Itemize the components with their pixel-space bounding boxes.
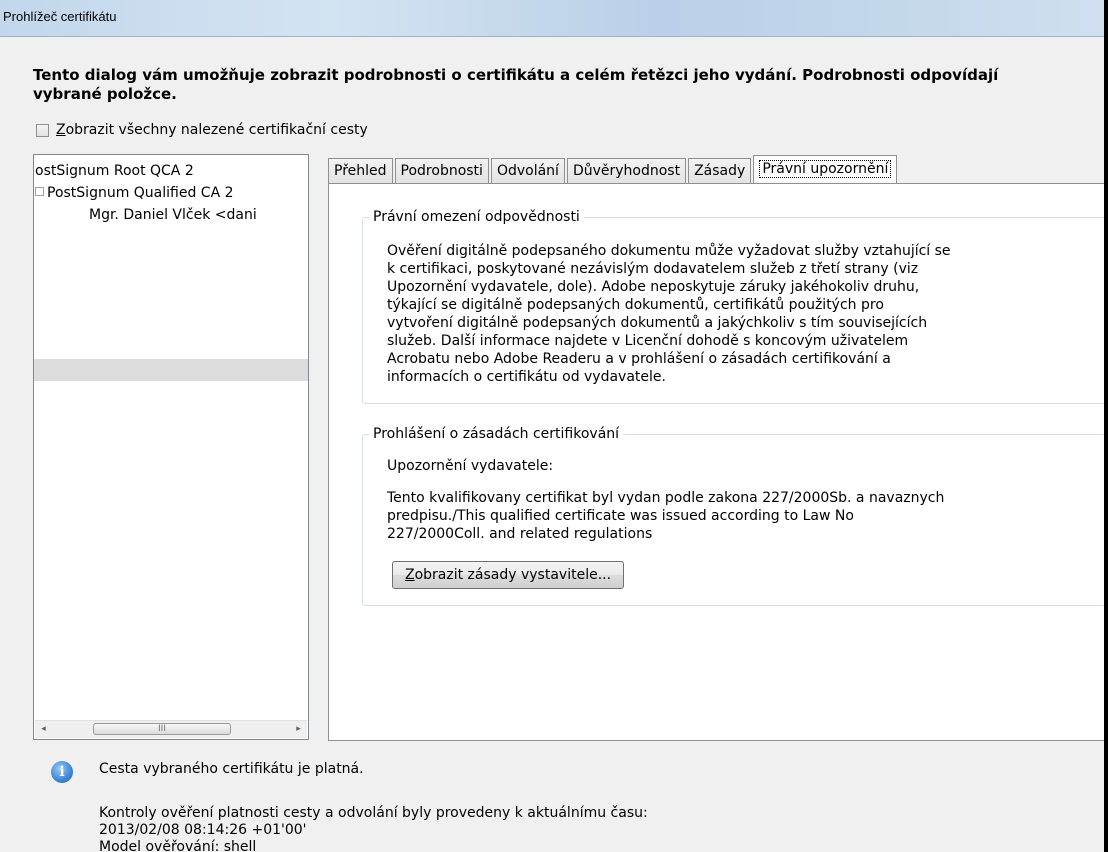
- legal-line: vytvoření digitálně podepsaných dokument…: [387, 315, 928, 331]
- legal-line: Ověření digitálně podepsaného dokumentu …: [387, 243, 951, 259]
- tab-legal-notice-label: Právní upozornění: [759, 160, 892, 178]
- notice-line: predpisu./This qualified certificate was…: [387, 508, 854, 524]
- scroll-left-icon[interactable]: ◂: [35, 721, 52, 738]
- legal-line: Acrobatu nebo Adobe Readeru a v prohláše…: [387, 351, 891, 367]
- issuer-notice-text: Tento kvalifikovany certifikat byl vydan…: [387, 489, 944, 543]
- legal-disclaimer-group: Právní omezení odpovědnosti Ověření digi…: [362, 208, 1104, 404]
- status-validation-model: Model ověřování: shell: [99, 839, 257, 852]
- certificate-viewer-window: Prohlížeč certifikátu Tento dialog vám u…: [0, 0, 1104, 852]
- legal-line: Upozornění vydavatele, dole). Adobe nepo…: [387, 279, 920, 295]
- show-issuer-policy-button[interactable]: Zobrazit zásady vystavitele...: [392, 561, 625, 589]
- legal-line: informacích o certifikátu od vydavatele.: [387, 369, 666, 385]
- title-bar[interactable]: Prohlížeč certifikátu: [0, 0, 1104, 37]
- notice-line: 227/2000Coll. and related regulations: [387, 526, 653, 542]
- certificate-tree[interactable]: ostSignum Root QCA 2 PostSignum Qualifie…: [33, 154, 309, 740]
- info-icon: i: [51, 761, 73, 783]
- issuer-notice-label: Upozornění vydavatele:: [387, 458, 554, 474]
- status-timestamp: 2013/02/08 08:14:26 +01'00': [99, 822, 307, 838]
- tree-expander-icon[interactable]: [35, 187, 44, 196]
- show-all-paths-label[interactable]: Zobrazit všechny nalezené certifikační c…: [56, 122, 368, 138]
- tab-details[interactable]: Podrobnosti: [394, 158, 489, 183]
- status-message: Cesta vybraného certifikátu je platná.: [99, 761, 364, 777]
- tab-legal-notice[interactable]: Právní upozornění: [753, 155, 898, 183]
- show-all-paths-checkbox[interactable]: [36, 123, 49, 137]
- tab-policies[interactable]: Zásady: [688, 158, 752, 183]
- intro-line-2: vybrané položce.: [33, 85, 177, 103]
- window-title: Prohlížeč certifikátu: [3, 9, 117, 24]
- tree-horizontal-scrollbar[interactable]: ◂ III ▸: [35, 720, 307, 738]
- legal-line: služeb. Další informace najdete v Licenč…: [387, 333, 909, 349]
- status-details: Kontroly ověření platnosti cesty a odvol…: [99, 805, 648, 852]
- tab-revocation[interactable]: Odvolání: [490, 158, 565, 183]
- notice-line: Tento kvalifikovany certifikat byl vydan…: [387, 490, 945, 506]
- tab-panel-legal-notice: Právní omezení odpovědnosti Ověření digi…: [328, 183, 1104, 741]
- tree-item-leaf[interactable]: Mgr. Daniel Vlček <dani: [89, 206, 257, 225]
- policy-statement-title: Prohlášení o zásadách certifikování: [369, 425, 624, 443]
- show-all-paths-option[interactable]: Zobrazit všechny nalezené certifikační c…: [36, 121, 368, 139]
- scroll-right-icon[interactable]: ▸: [290, 721, 307, 738]
- legal-disclaimer-title: Právní omezení odpovědnosti: [369, 208, 584, 226]
- scroll-thumb[interactable]: III: [93, 723, 231, 735]
- legal-disclaimer-text: Ověření digitálně podepsaného dokumentu …: [387, 242, 951, 386]
- tab-strip: Přehled Podrobnosti Odvolání Důvěryhodno…: [328, 155, 899, 184]
- status-detail-line: Kontroly ověření platnosti cesty a odvol…: [99, 805, 648, 821]
- tab-trust[interactable]: Důvěryhodnost: [566, 158, 687, 183]
- tree-selection-highlight: [34, 359, 308, 381]
- tree-item-intermediate[interactable]: PostSignum Qualified CA 2: [47, 184, 234, 203]
- legal-line: k certifikaci, poskytované nezávislým do…: [387, 261, 919, 277]
- tree-item-root[interactable]: ostSignum Root QCA 2: [35, 162, 194, 181]
- intro-text: Tento dialog vám umožňuje zobrazit podro…: [33, 66, 1104, 104]
- intro-line-1: Tento dialog vám umožňuje zobrazit podro…: [33, 66, 999, 84]
- tab-overview[interactable]: Přehled: [328, 158, 393, 183]
- policy-statement-group: Prohlášení o zásadách certifikování Upoz…: [362, 425, 1104, 606]
- legal-line: týkající se digitálně podepsaných dokume…: [387, 297, 884, 313]
